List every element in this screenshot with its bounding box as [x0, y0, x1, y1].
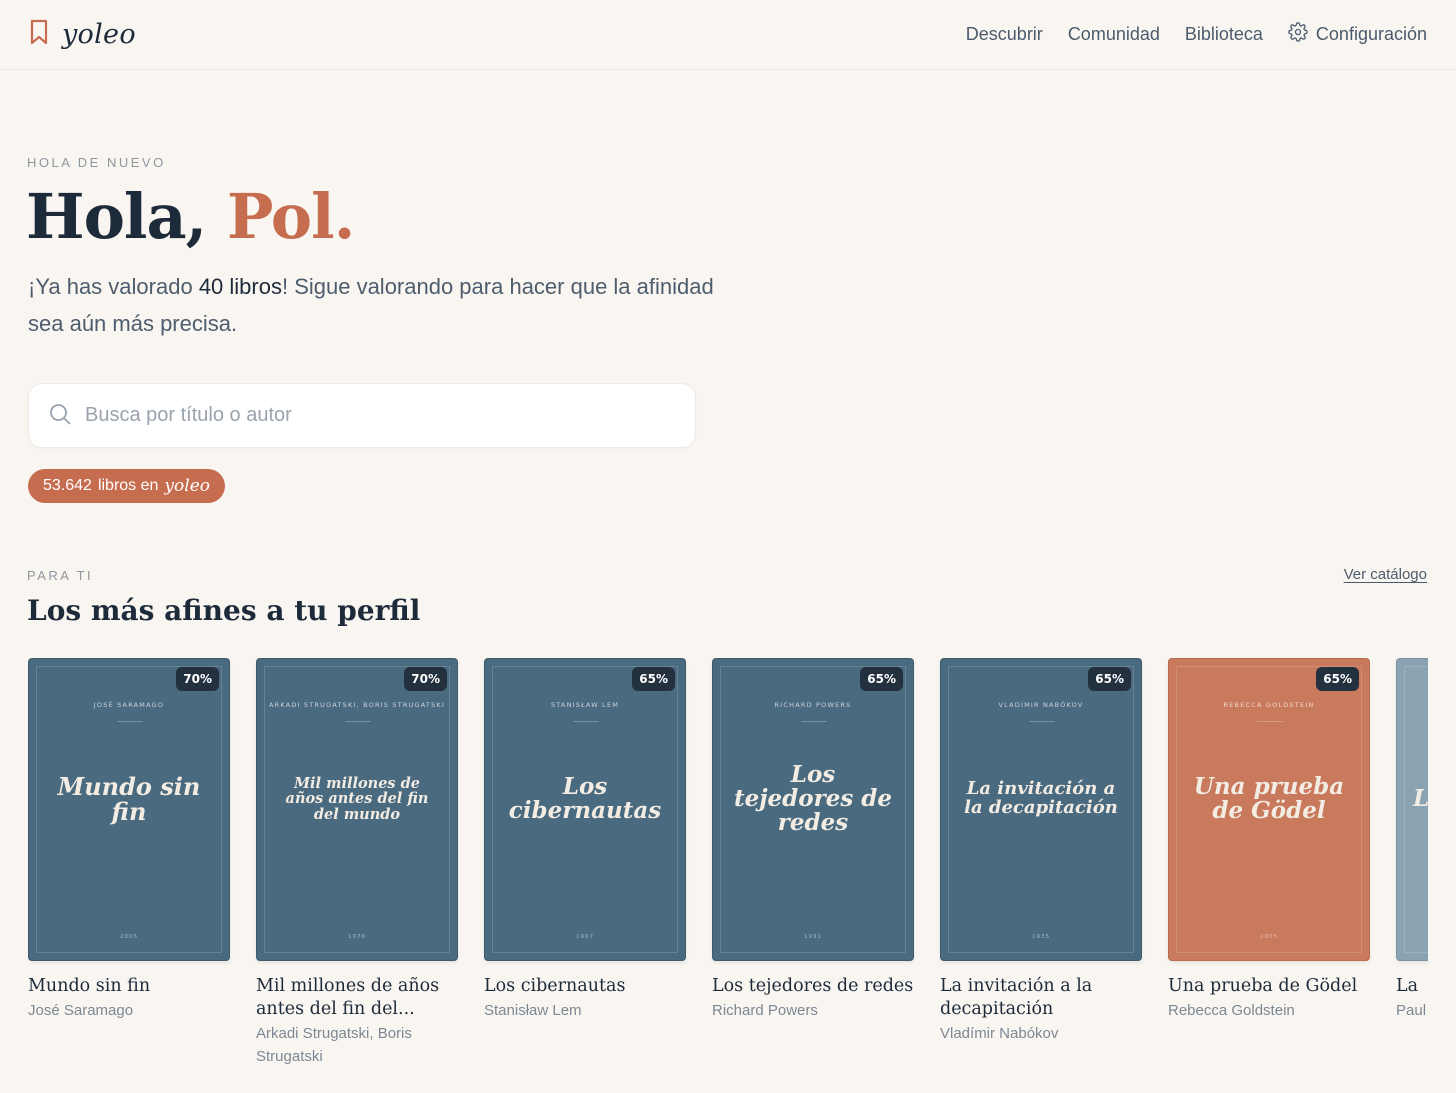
cover-year: 1991 — [804, 934, 822, 940]
cover-year: 1967 — [576, 934, 594, 940]
book-card[interactable]: 65% Stanisław Lem Los cibernautas 1967 L… — [484, 658, 686, 1022]
search-icon — [48, 402, 72, 430]
match-badge: 70% — [176, 667, 219, 691]
book-cover[interactable]: L — [1396, 658, 1428, 961]
greeting-text: Hola, — [26, 180, 227, 253]
nav-biblioteca[interactable]: Biblioteca — [1185, 24, 1263, 45]
book-cover[interactable]: 65% Rebecca Goldstein Una prueba de Göde… — [1168, 658, 1370, 961]
cover-author: José Saramago — [93, 701, 165, 709]
book-cover[interactable]: 65% Stanisław Lem Los cibernautas 1967 — [484, 658, 686, 961]
cover-year: 1976 — [348, 934, 366, 940]
section-title: Los más afines a tu perfil — [27, 594, 421, 627]
cover-title: Los cibernautas — [508, 772, 662, 824]
catalog-brand: yoleo — [164, 476, 210, 496]
book-title[interactable]: Mil millones de años antes del fin del..… — [256, 975, 458, 1021]
brand[interactable]: yoleo — [28, 18, 136, 50]
cover-divider — [345, 721, 371, 722]
cover-author: Arkadi Strugatski, Boris Strugatski — [268, 701, 445, 709]
cover-title: Mil millones de años antes del fin del m… — [285, 775, 429, 823]
see-catalog-link[interactable]: Ver catálogo — [1344, 566, 1427, 583]
book-card[interactable]: 70% José Saramago Mundo sin fin 2005 Mun… — [28, 658, 230, 1022]
cover-author: Stanisław Lem — [550, 701, 620, 709]
cover-divider — [1029, 721, 1055, 722]
cover-author: Richard Powers — [774, 701, 852, 709]
bookmark-icon — [28, 18, 50, 50]
nav-configuracion[interactable]: Configuración — [1288, 22, 1427, 47]
top-bar: yoleo Descubrir Comunidad Biblioteca Con… — [0, 0, 1456, 70]
section-eyebrow: PARA TI — [27, 568, 94, 583]
book-cover[interactable]: 65% Richard Powers Los tejedores de rede… — [712, 658, 914, 961]
book-carousel: 70% José Saramago Mundo sin fin 2005 Mun… — [28, 658, 1428, 1093]
cover-year: 2005 — [120, 934, 138, 940]
book-cover[interactable]: 65% Vladímir Nabókov La invitación a la … — [940, 658, 1142, 961]
match-badge: 70% — [404, 667, 447, 691]
search-box[interactable] — [28, 383, 696, 448]
book-author: Rebecca Goldstein — [1168, 1002, 1295, 1019]
cover-divider — [573, 721, 599, 722]
match-badge: 65% — [1088, 667, 1131, 691]
book-title[interactable]: Una prueba de Gödel — [1168, 975, 1370, 998]
book-card[interactable]: L La Paul — [1396, 658, 1428, 1022]
rated-count: 40 libros — [198, 274, 282, 299]
book-title[interactable]: Mundo sin fin — [28, 975, 230, 998]
book-title[interactable]: La — [1396, 975, 1428, 998]
book-author: Paul — [1396, 1002, 1427, 1019]
book-card[interactable]: 65% Richard Powers Los tejedores de rede… — [712, 658, 914, 1022]
cover-title: Mundo sin fin — [57, 771, 201, 826]
intro-text: ¡Ya has valorado 40 libros! Sigue valora… — [28, 268, 728, 342]
book-card[interactable]: 65% Vladímir Nabókov La invitación a la … — [940, 658, 1142, 1045]
match-badge: 65% — [860, 667, 903, 691]
cover-title: Una prueba de Gödel — [1193, 772, 1345, 824]
cover-title: L — [1413, 784, 1428, 812]
cover-divider — [117, 721, 143, 722]
catalog-count-badge: 53.642 libros en yoleo — [28, 469, 225, 503]
cover-year: 2005 — [1260, 934, 1278, 940]
match-badge: 65% — [1316, 667, 1359, 691]
gear-icon — [1288, 22, 1308, 47]
book-card[interactable]: 65% Rebecca Goldstein Una prueba de Göde… — [1168, 658, 1370, 1022]
catalog-count: 53.642 — [43, 477, 92, 494]
user-name: Pol. — [226, 180, 355, 253]
book-cover[interactable]: 70% Arkadi Strugatski, Boris Strugatski … — [256, 658, 458, 961]
cover-divider — [1257, 721, 1283, 722]
brand-name: yoleo — [62, 18, 136, 50]
greeting-heading: Hola, Pol. — [26, 180, 355, 253]
book-author: Stanisław Lem — [484, 1002, 582, 1019]
search-input[interactable] — [85, 404, 665, 427]
book-title[interactable]: Los cibernautas — [484, 975, 686, 998]
book-author: José Saramago — [28, 1002, 134, 1019]
book-card[interactable]: 70% Arkadi Strugatski, Boris Strugatski … — [256, 658, 458, 1068]
book-title[interactable]: Los tejedores de redes — [712, 975, 914, 998]
cover-year: 1935 — [1032, 934, 1050, 940]
hero-eyebrow: HOLA DE NUEVO — [27, 155, 166, 170]
book-author: Arkadi Strugatski, Boris Strugatski — [256, 1025, 412, 1065]
main-nav: Descubrir Comunidad Biblioteca Configura… — [966, 22, 1427, 47]
nav-descubrir[interactable]: Descubrir — [966, 24, 1043, 45]
book-title[interactable]: La invitación a la decapitación — [940, 975, 1142, 1021]
nav-configuracion-label: Configuración — [1315, 24, 1427, 44]
cover-divider — [801, 721, 827, 722]
book-cover[interactable]: 70% José Saramago Mundo sin fin 2005 — [28, 658, 230, 961]
cover-author: Vladímir Nabókov — [998, 701, 1084, 709]
nav-comunidad[interactable]: Comunidad — [1068, 24, 1160, 45]
book-author: Vladímir Nabókov — [940, 1025, 1059, 1042]
cover-title: La invitación a la decapitación — [964, 778, 1118, 818]
cover-author: Rebecca Goldstein — [1223, 701, 1315, 709]
intro-pre: ¡Ya has valorado — [28, 274, 199, 299]
catalog-count-label: libros en — [97, 477, 159, 494]
cover-title: Los tejedores de redes — [733, 760, 893, 837]
match-badge: 65% — [632, 667, 675, 691]
book-author: Richard Powers — [712, 1002, 818, 1019]
